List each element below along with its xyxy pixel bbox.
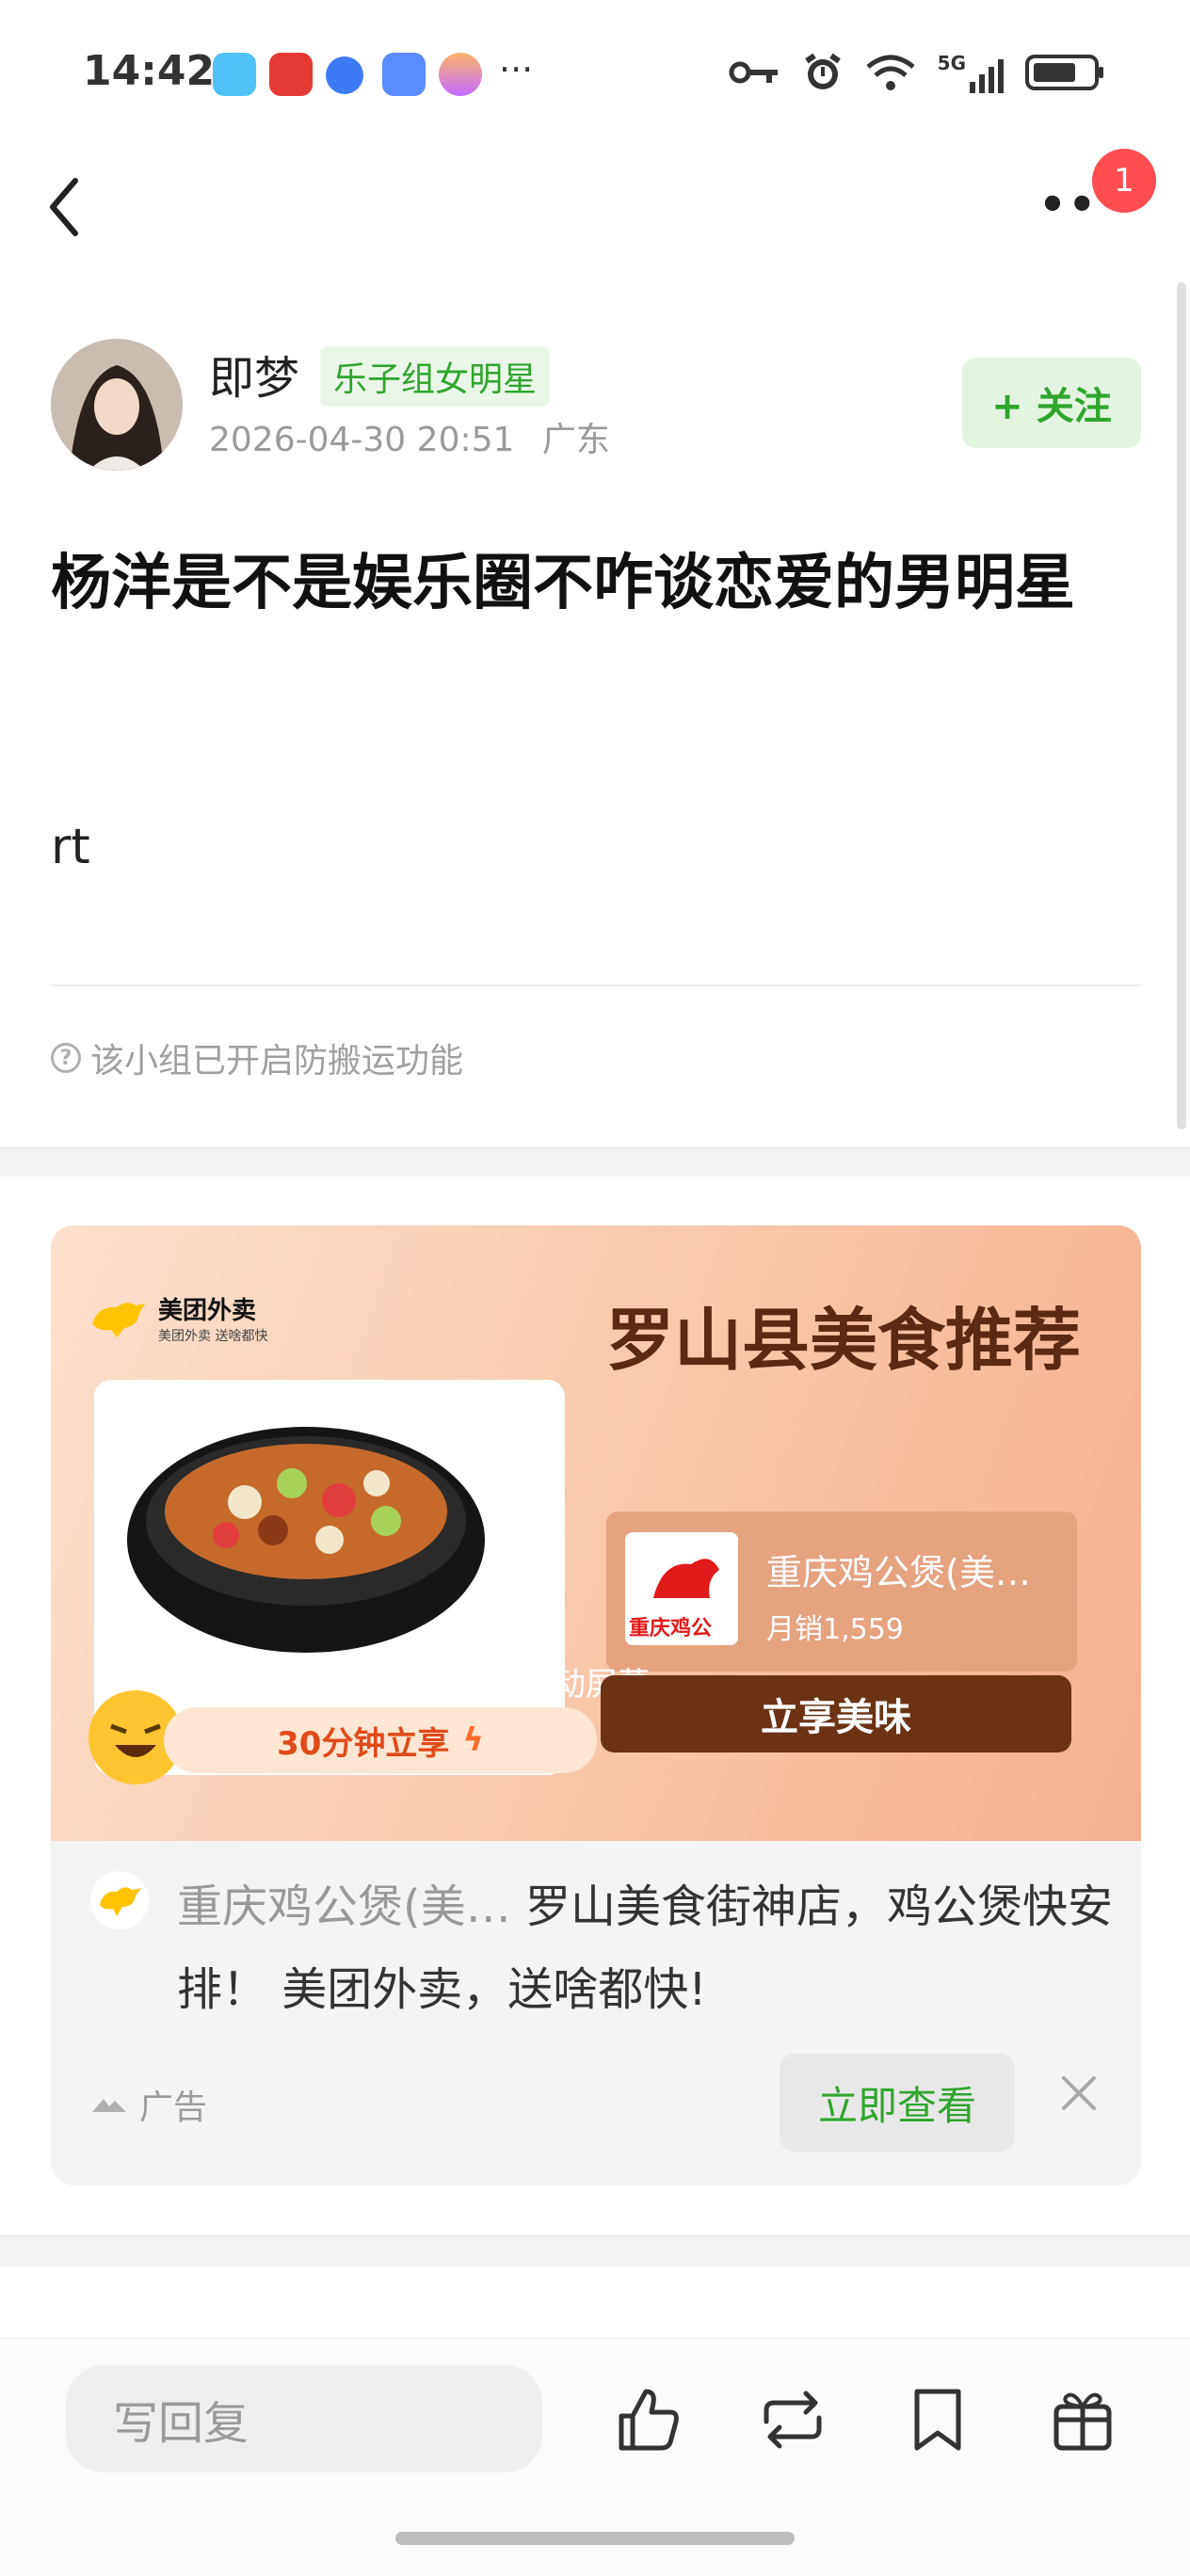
ad-mark-icon <box>92 2099 126 2112</box>
like-icon[interactable] <box>612 2384 683 2456</box>
anti-repost-notice[interactable]: ? 该小组已开启防搬运功能 <box>51 1033 463 1082</box>
help-icon: ? <box>51 1043 81 1073</box>
ad-banner[interactable]: 美团外卖 美团外卖 送啥都快 罗山县美食推荐 30分钟立享 ϟ 重庆鸡公 重庆鸡… <box>51 1225 1141 1841</box>
scrollbar[interactable] <box>1177 282 1186 1129</box>
food-dish-image <box>127 1427 485 1653</box>
book-app-icon <box>213 53 256 96</box>
ad-order-button[interactable]: 立享美味 <box>601 1675 1071 1752</box>
avatar[interactable] <box>51 339 183 471</box>
ad-logo-name: 美团外卖 <box>158 1297 257 1325</box>
repost-icon[interactable] <box>757 2384 828 2456</box>
reply-input[interactable]: 写回复 <box>66 2365 542 2472</box>
post-body: rt <box>51 819 90 875</box>
ad-label-text: 广告 <box>139 2088 208 2127</box>
delivery-time-text: 30分钟立享 <box>277 1724 450 1763</box>
divider <box>51 984 1141 986</box>
ad-label: 广告 <box>90 2080 207 2129</box>
kangaroo-brand-icon <box>90 1871 149 1929</box>
shop-name: 重庆鸡公煲(美… <box>766 1552 1031 1593</box>
close-icon[interactable] <box>1051 2065 1107 2121</box>
wifi-icon <box>866 55 915 90</box>
blue-app-icon <box>326 56 363 94</box>
ad-headline: 罗山县美食推荐 <box>606 1301 1082 1380</box>
signal-icon: 5G <box>938 52 1004 93</box>
status-time: 14:42 <box>83 47 216 95</box>
group-badge[interactable]: 乐子组女明星 <box>320 346 551 407</box>
author-name[interactable]: 即梦 <box>209 341 299 407</box>
shop-info[interactable]: 重庆鸡公 重庆鸡公煲(美… 月销1,559 <box>606 1512 1077 1672</box>
post-location: 广东 <box>541 421 610 459</box>
post-datetime: 2026-04-30 20:51 <box>209 421 515 459</box>
ad-description[interactable]: 重庆鸡公煲(美… 罗山美食街神店，鸡公煲快安排！ 美团外卖，送啥都快! <box>177 1865 1118 2031</box>
kangaroo-logo-icon <box>92 1302 145 1337</box>
notice-text: 该小组已开启防搬运功能 <box>90 1042 464 1080</box>
lightning-icon: ϟ <box>462 1721 484 1759</box>
battery-icon <box>1025 55 1103 90</box>
home-indicator[interactable] <box>395 2532 795 2545</box>
status-icons: 5G <box>729 51 1105 94</box>
notification-badge[interactable]: 1 <box>1092 149 1156 213</box>
ad-view-now-button[interactable]: 立即查看 <box>780 2054 1015 2152</box>
post-meta: 2026-04-30 20:51 广东 <box>209 412 610 461</box>
post-title: 杨洋是不是娱乐圈不咋谈恋爱的男明星 <box>51 549 1075 618</box>
ad-card[interactable]: 美团外卖 美团外卖 送啥都快 罗山县美食推荐 30分钟立享 ϟ 重庆鸡公 重庆鸡… <box>51 1225 1141 2185</box>
status-more-dots: ··· <box>499 49 534 90</box>
avatar-image <box>51 339 183 471</box>
bookmark-icon[interactable] <box>902 2384 973 2456</box>
shop-thumbnail: 重庆鸡公 <box>625 1532 738 1645</box>
follow-button[interactable]: + 关注 <box>962 358 1141 448</box>
pink-app-icon <box>439 53 482 96</box>
ad-desc-brand: 重庆鸡公煲(美… <box>177 1880 511 1933</box>
gift-icon[interactable] <box>1047 2384 1118 2456</box>
section-separator-2 <box>0 2234 1190 2266</box>
shop-thumb-label: 重庆鸡公 <box>629 1617 713 1640</box>
key-icon <box>729 61 778 84</box>
network-type: 5G <box>937 52 966 74</box>
alarm-icon <box>804 53 841 89</box>
chat-app-icon <box>382 53 426 96</box>
red-app-icon <box>269 53 313 96</box>
more-options-button[interactable]: •• <box>1038 179 1098 230</box>
ad-logo-sub: 美团外卖 送啥都快 <box>158 1329 268 1344</box>
shop-sales: 月销1,559 <box>766 1613 904 1646</box>
section-separator <box>0 1146 1190 1176</box>
delivery-time-pill: 30分钟立享 ϟ <box>164 1707 597 1773</box>
back-icon[interactable] <box>40 169 96 245</box>
meituan-logo: 美团外卖 美团外卖 送啥都快 <box>88 1291 267 1345</box>
